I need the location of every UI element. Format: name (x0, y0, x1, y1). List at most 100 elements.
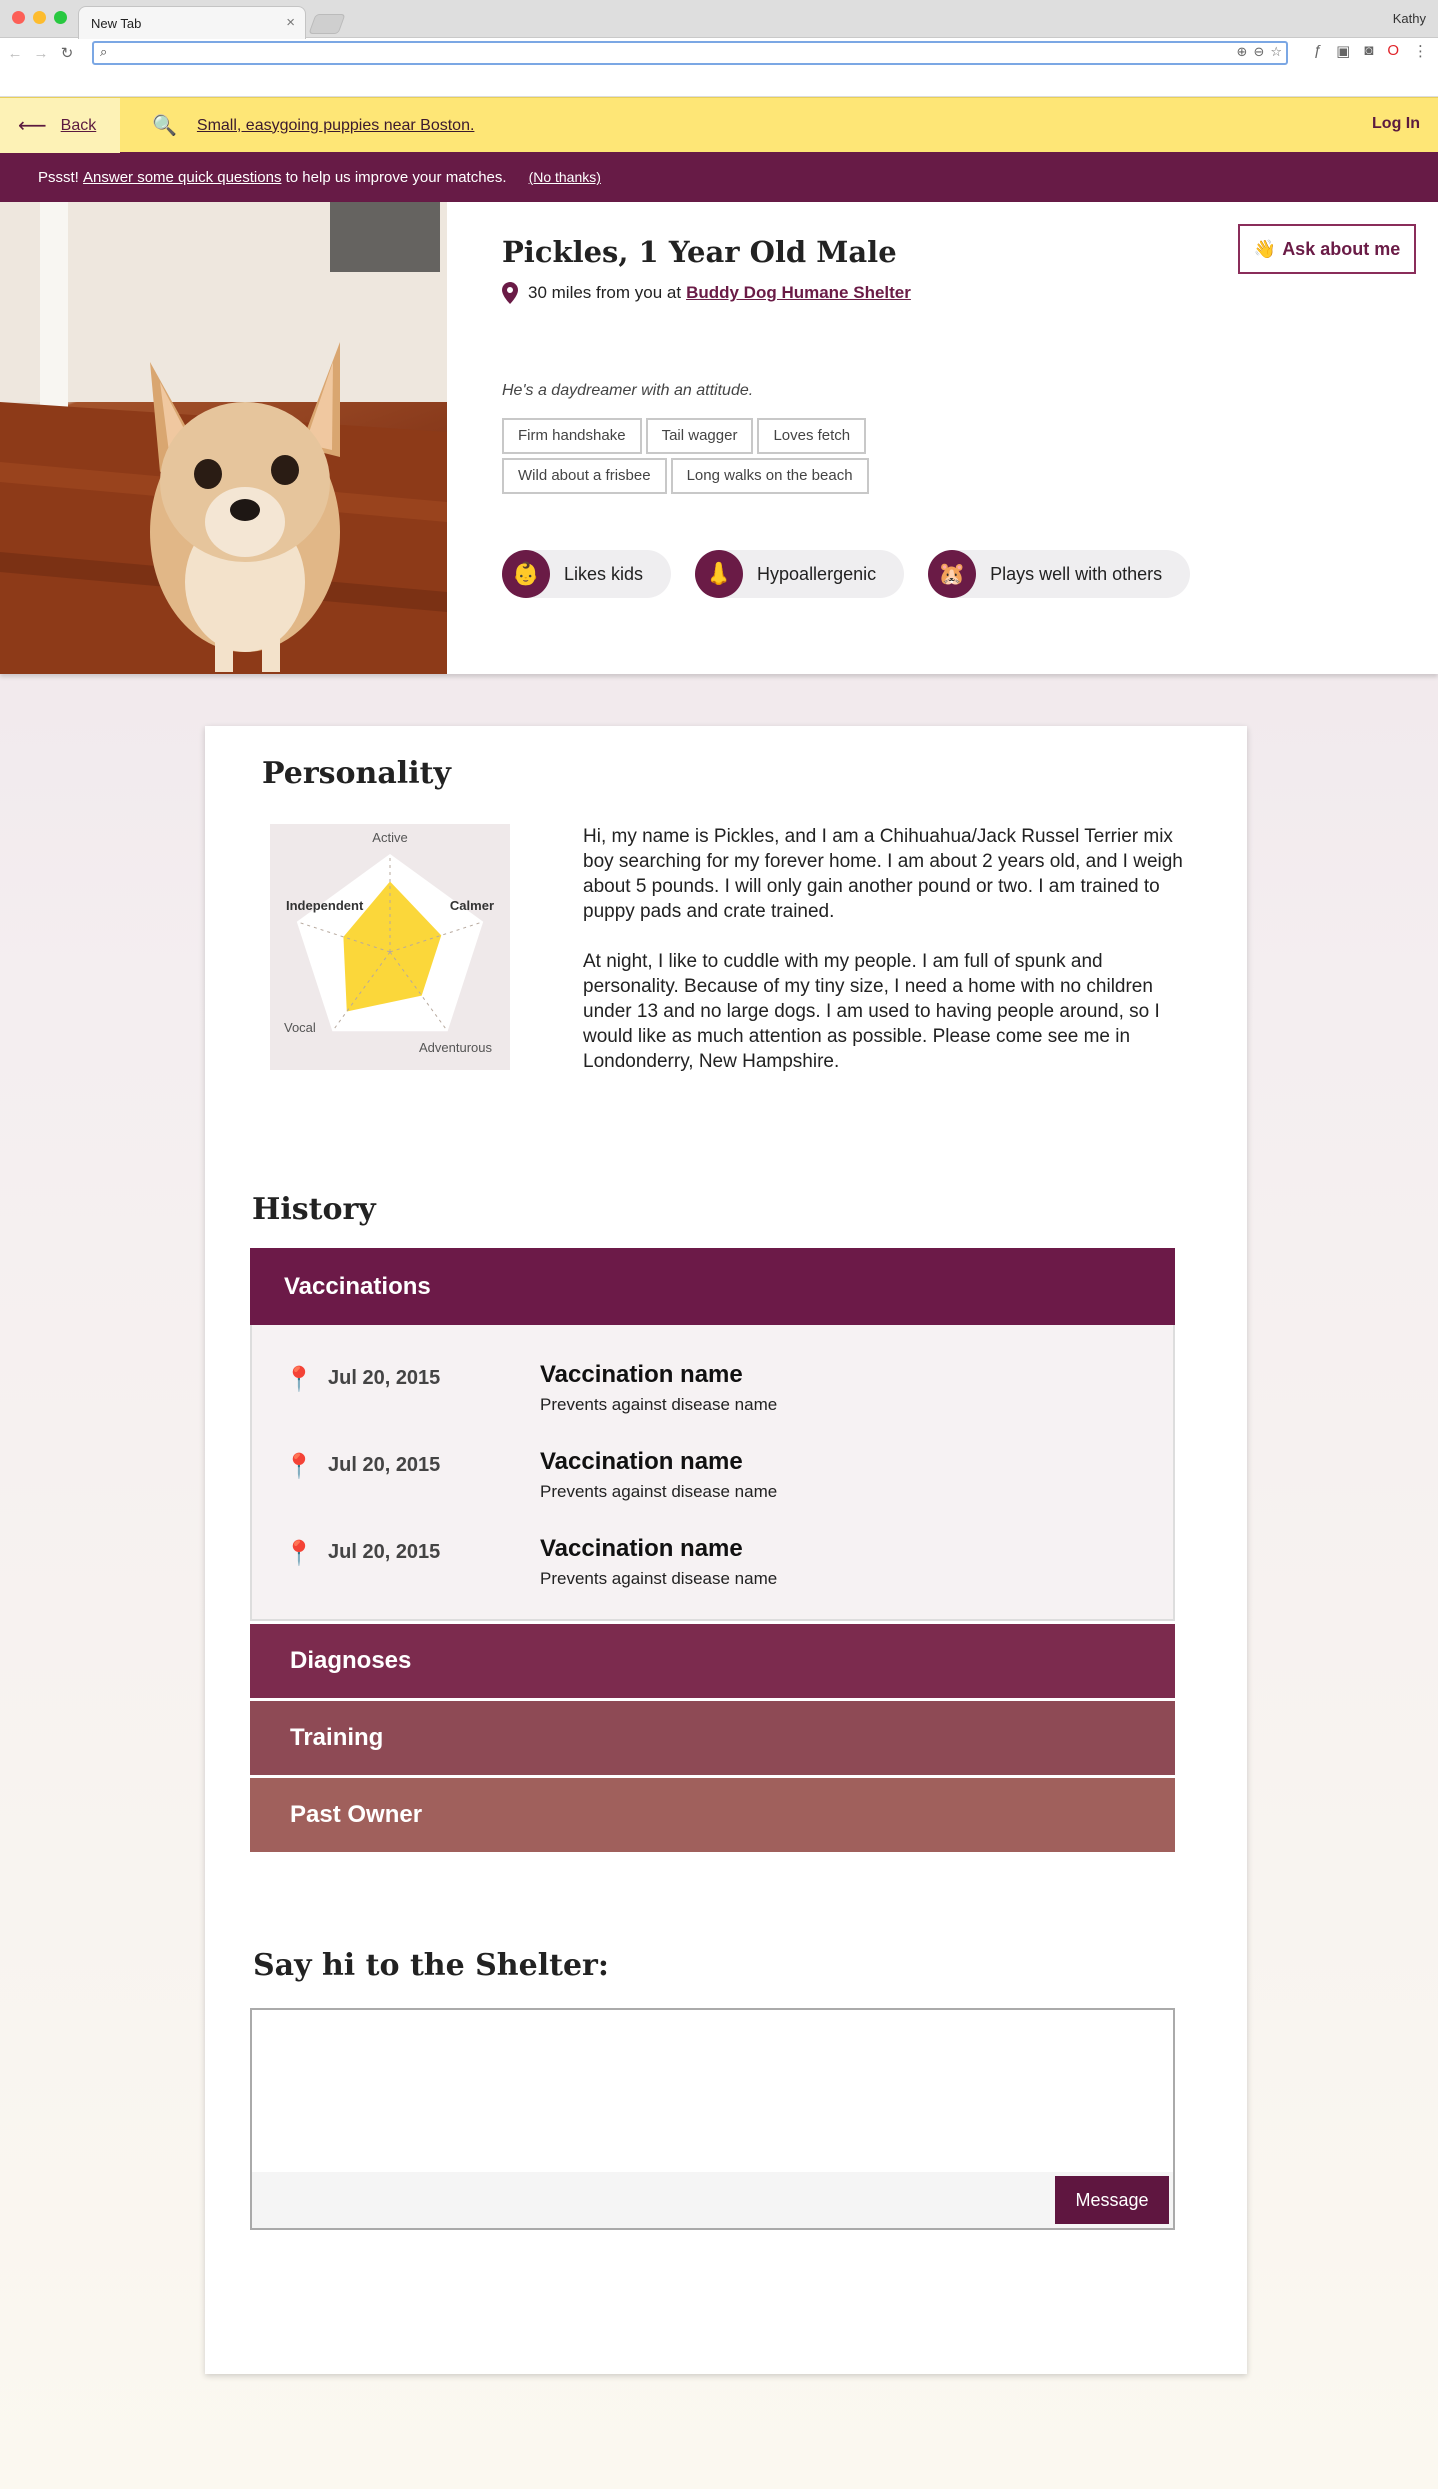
baby-face-icon: 👶 (502, 550, 550, 598)
dismiss-link[interactable]: (No thanks) (529, 169, 601, 185)
back-label: Back (60, 116, 97, 134)
window-controls (12, 11, 67, 24)
vaccination-row: 📍 Jul 20, 2015 Vaccination name Prevents ag… (284, 1361, 1144, 1421)
banner-text: to help us improve your matches. (285, 168, 507, 186)
vaccinations-panel: 📍 Jul 20, 2015 Vaccination name Prevents ag… (250, 1325, 1175, 1621)
search-query: Small, easygoing puppies near Boston. (196, 116, 475, 134)
search-breadcrumb[interactable]: 🔍 Small, easygoing puppies near Boston. (152, 113, 474, 138)
tag-list: Firm handshake Tail wagger Loves fetch Wild… (502, 418, 942, 494)
trait-label: Hypoallergenic (757, 563, 877, 584)
vaccination-description: Prevents against disease name (540, 1395, 778, 1414)
bio-paragraph: Hi, my name is Pickles, and I am a Chihu… (583, 826, 1183, 922)
vaccination-name: Vaccination name (540, 1361, 743, 1388)
browser-chrome: New Tab × Kathy ← → ↻ ⌕ ⊕ ⊖ ☆ ƒ ▣ ◙ O ⋮ (0, 0, 1438, 97)
ask-label: Ask about me (1282, 238, 1401, 259)
survey-banner: Pssst! Answer some quick questions to he… (0, 152, 1438, 202)
address-bar[interactable]: ⌕ ⊕ ⊖ ☆ (92, 41, 1288, 65)
profile-name[interactable]: Kathy (1393, 11, 1426, 26)
history-section-past-owner[interactable]: Past Owner (250, 1778, 1175, 1852)
vaccination-date: Jul 20, 2015 (328, 1541, 441, 1563)
vaccination-description: Prevents against disease name (540, 1569, 778, 1588)
menu-kebab-icon[interactable]: ⋮ (1413, 42, 1428, 60)
vaccinations-accordion: Vaccinations 📍 Jul 20, 2015 Vaccination na… (250, 1248, 1175, 1621)
history-sections: Diagnoses Training Past Owner (250, 1624, 1175, 1855)
pet-tagline: He's a daydreamer with an attitude. (502, 382, 754, 399)
magnifier-icon: 🔍 (152, 115, 177, 137)
extensions: ƒ ▣ ◙ O ⋮ (1314, 42, 1428, 60)
bookmark-star-icon[interactable]: ☆ (1270, 44, 1282, 60)
toolbar: ← → ↻ ⌕ ⊕ ⊖ ☆ ƒ ▣ ◙ O ⋮ (0, 38, 1438, 68)
shelter-link[interactable]: Buddy Dog Humane Shelter (686, 283, 911, 303)
new-tab-button[interactable] (308, 14, 346, 34)
reload-icon[interactable]: ↻ (56, 44, 78, 62)
survey-link[interactable]: Answer some quick questions (83, 169, 281, 186)
tab-bar: New Tab × Kathy (0, 0, 1438, 39)
trait-label: Likes kids (564, 563, 644, 584)
message-input[interactable] (252, 2010, 1173, 2172)
pet-photo (0, 202, 447, 674)
vaccination-row: 📍 Jul 20, 2015 Vaccination name Prevents ag… (284, 1448, 1144, 1508)
vaccinations-header[interactable]: Vaccinations (250, 1248, 1175, 1325)
site-header: ⟵ Back 🔍 Small, easygoing puppies near B… (0, 97, 1438, 153)
personality-tag: Long walks on the beach (670, 458, 869, 494)
zoom-icon[interactable]: ⊖ (1253, 44, 1264, 60)
detail-card: Personality Active Calmer Adventurous Vocal… (205, 726, 1247, 2374)
vaccination-row: 📍 Jul 20, 2015 Vaccination name Prevents ag… (284, 1535, 1144, 1595)
personality-tag: Firm handshake (502, 418, 642, 454)
login-link[interactable]: Log In (1372, 115, 1420, 133)
radar-axis-label: Calmer (450, 898, 494, 913)
banner-lead: Pssst! (38, 168, 79, 186)
close-window-button[interactable] (12, 11, 25, 24)
pet-name: Pickles, 1 Year Old Male (502, 235, 897, 269)
vaccination-name: Vaccination name (540, 1535, 743, 1562)
pet-location: 30 miles from you at Buddy Dog Humane Sh… (502, 282, 911, 304)
history-section-label: Past Owner (290, 1801, 423, 1828)
vaccination-name: Vaccination name (540, 1448, 743, 1475)
minimize-window-button[interactable] (33, 11, 46, 24)
ask-about-me-button[interactable]: 👋 Ask about me (1238, 224, 1416, 274)
message-box: Message (250, 2008, 1175, 2230)
browser-tab[interactable]: New Tab × (78, 6, 306, 39)
history-section-label: Diagnoses (290, 1647, 412, 1674)
location-pin-icon (502, 282, 518, 304)
screenshot-extension-icon[interactable]: ▣ (1336, 42, 1350, 60)
dog-illustration (0, 202, 447, 674)
opera-icon[interactable]: O (1387, 42, 1399, 60)
distance-text: 30 miles from you at (528, 283, 682, 302)
search-icon: ⌕ (100, 44, 108, 59)
maximize-window-button[interactable] (54, 11, 67, 24)
pet-profile-header: Pickles, 1 Year Old Male 30 miles from y… (0, 202, 1438, 674)
tab-title: New Tab (91, 16, 142, 31)
back-button[interactable]: ⟵ Back (0, 98, 120, 153)
trait-badge: 👶 Likes kids (502, 550, 672, 598)
trait-list: 👶 Likes kids 👃 Hypoallergenic 🐹 Plays well wi… (502, 550, 1191, 598)
font-extension-icon[interactable]: ƒ (1314, 42, 1322, 60)
camera-icon[interactable]: ◙ (1364, 42, 1373, 60)
trait-label: Plays well with others (990, 563, 1163, 584)
trait-badge: 👃 Hypoallergenic (695, 550, 905, 598)
vaccination-description: Prevents against disease name (540, 1482, 778, 1501)
trait-badge: 🐹 Plays well with others (928, 550, 1191, 598)
back-arrow-icon[interactable]: ← (4, 45, 26, 62)
history-title: History (252, 1192, 376, 1227)
nose-icon: 👃 (695, 550, 744, 598)
forward-arrow-icon[interactable]: → (30, 45, 52, 62)
message-title: Say hi to the Shelter: (253, 1948, 609, 1983)
personality-title: Personality (262, 756, 451, 791)
tab-close-icon[interactable]: × (286, 14, 295, 31)
send-message-button[interactable]: Message (1055, 2176, 1169, 2224)
message-footer: Message (252, 2172, 1173, 2228)
radar-chart: Active Calmer Adventurous Vocal Independent (284, 830, 494, 1055)
pushpin-icon: 📍 (284, 1453, 314, 1480)
history-section-training[interactable]: Training (250, 1701, 1175, 1775)
radar-axis-label: Adventurous (419, 1040, 492, 1055)
vaccinations-label: Vaccinations (284, 1272, 431, 1300)
radar-axis-label: Vocal (284, 1020, 316, 1035)
personality-tag: Wild about a frisbee (502, 458, 667, 494)
vaccination-date: Jul 20, 2015 (328, 1367, 441, 1389)
history-section-diagnoses[interactable]: Diagnoses (250, 1624, 1175, 1698)
target-icon[interactable]: ⊕ (1237, 44, 1248, 60)
hamster-icon: 🐹 (928, 550, 977, 598)
radar-axis-label: Active (372, 830, 407, 845)
personality-tag: Loves fetch (757, 418, 867, 454)
